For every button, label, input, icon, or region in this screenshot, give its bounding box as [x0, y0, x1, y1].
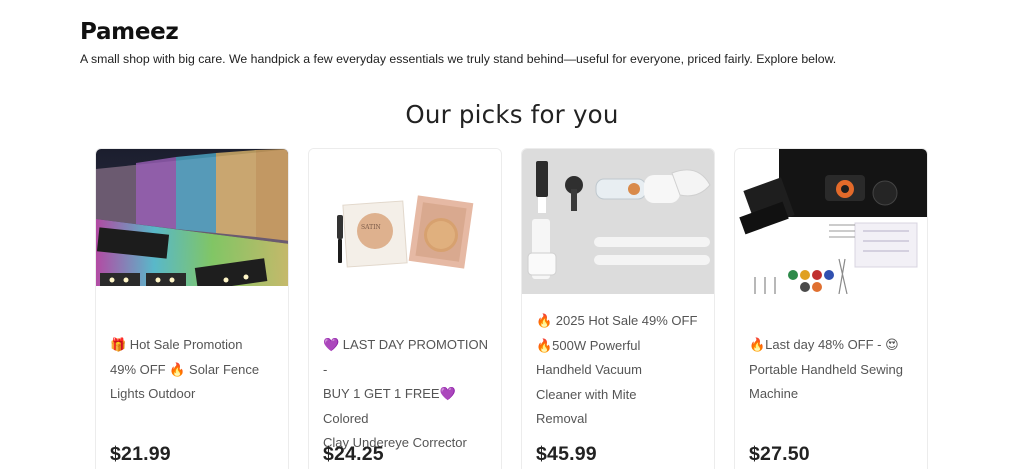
- product-grid: 🎁 Hot Sale Promotion 49% OFF 🔥 Solar Fen…: [95, 148, 928, 469]
- section-title: Our picks for you: [405, 100, 619, 129]
- product-title[interactable]: 🔥 2025 Hot Sale 49% OFF 🔥500W Powerful H…: [536, 309, 704, 432]
- shop-header: Pameez A small shop with big care. We ha…: [80, 18, 960, 67]
- product-image[interactable]: [522, 149, 714, 294]
- product-card[interactable]: 🔥Last day 48% OFF - 😍 Portable Handheld …: [734, 148, 928, 469]
- product-title[interactable]: 💜 LAST DAY PROMOTION - BUY 1 GET 1 FREE💜…: [323, 333, 491, 456]
- svg-text:SATIN: SATIN: [361, 224, 381, 231]
- product-card[interactable]: 🎁 Hot Sale Promotion 49% OFF 🔥 Solar Fen…: [95, 148, 289, 469]
- product-price: $27.50: [749, 443, 810, 465]
- product-title[interactable]: 🔥Last day 48% OFF - 😍 Portable Handheld …: [749, 333, 917, 407]
- product-price: $24.25: [323, 443, 384, 465]
- product-price: $21.99: [110, 443, 171, 465]
- shop-tagline: A small shop with big care. We handpick …: [80, 52, 837, 66]
- product-image[interactable]: [96, 149, 288, 286]
- product-image[interactable]: SATIN: [309, 149, 501, 286]
- shop-name: Pameez: [80, 19, 179, 45]
- product-card[interactable]: SATIN 💜 LAST DAY PROMOTION - BUY 1 GET 1…: [308, 148, 502, 469]
- product-card[interactable]: 🔥 2025 Hot Sale 49% OFF 🔥500W Powerful H…: [521, 148, 715, 469]
- product-price: $45.99: [536, 443, 597, 465]
- product-image[interactable]: [735, 149, 927, 294]
- product-title[interactable]: 🎁 Hot Sale Promotion 49% OFF 🔥 Solar Fen…: [110, 333, 278, 407]
